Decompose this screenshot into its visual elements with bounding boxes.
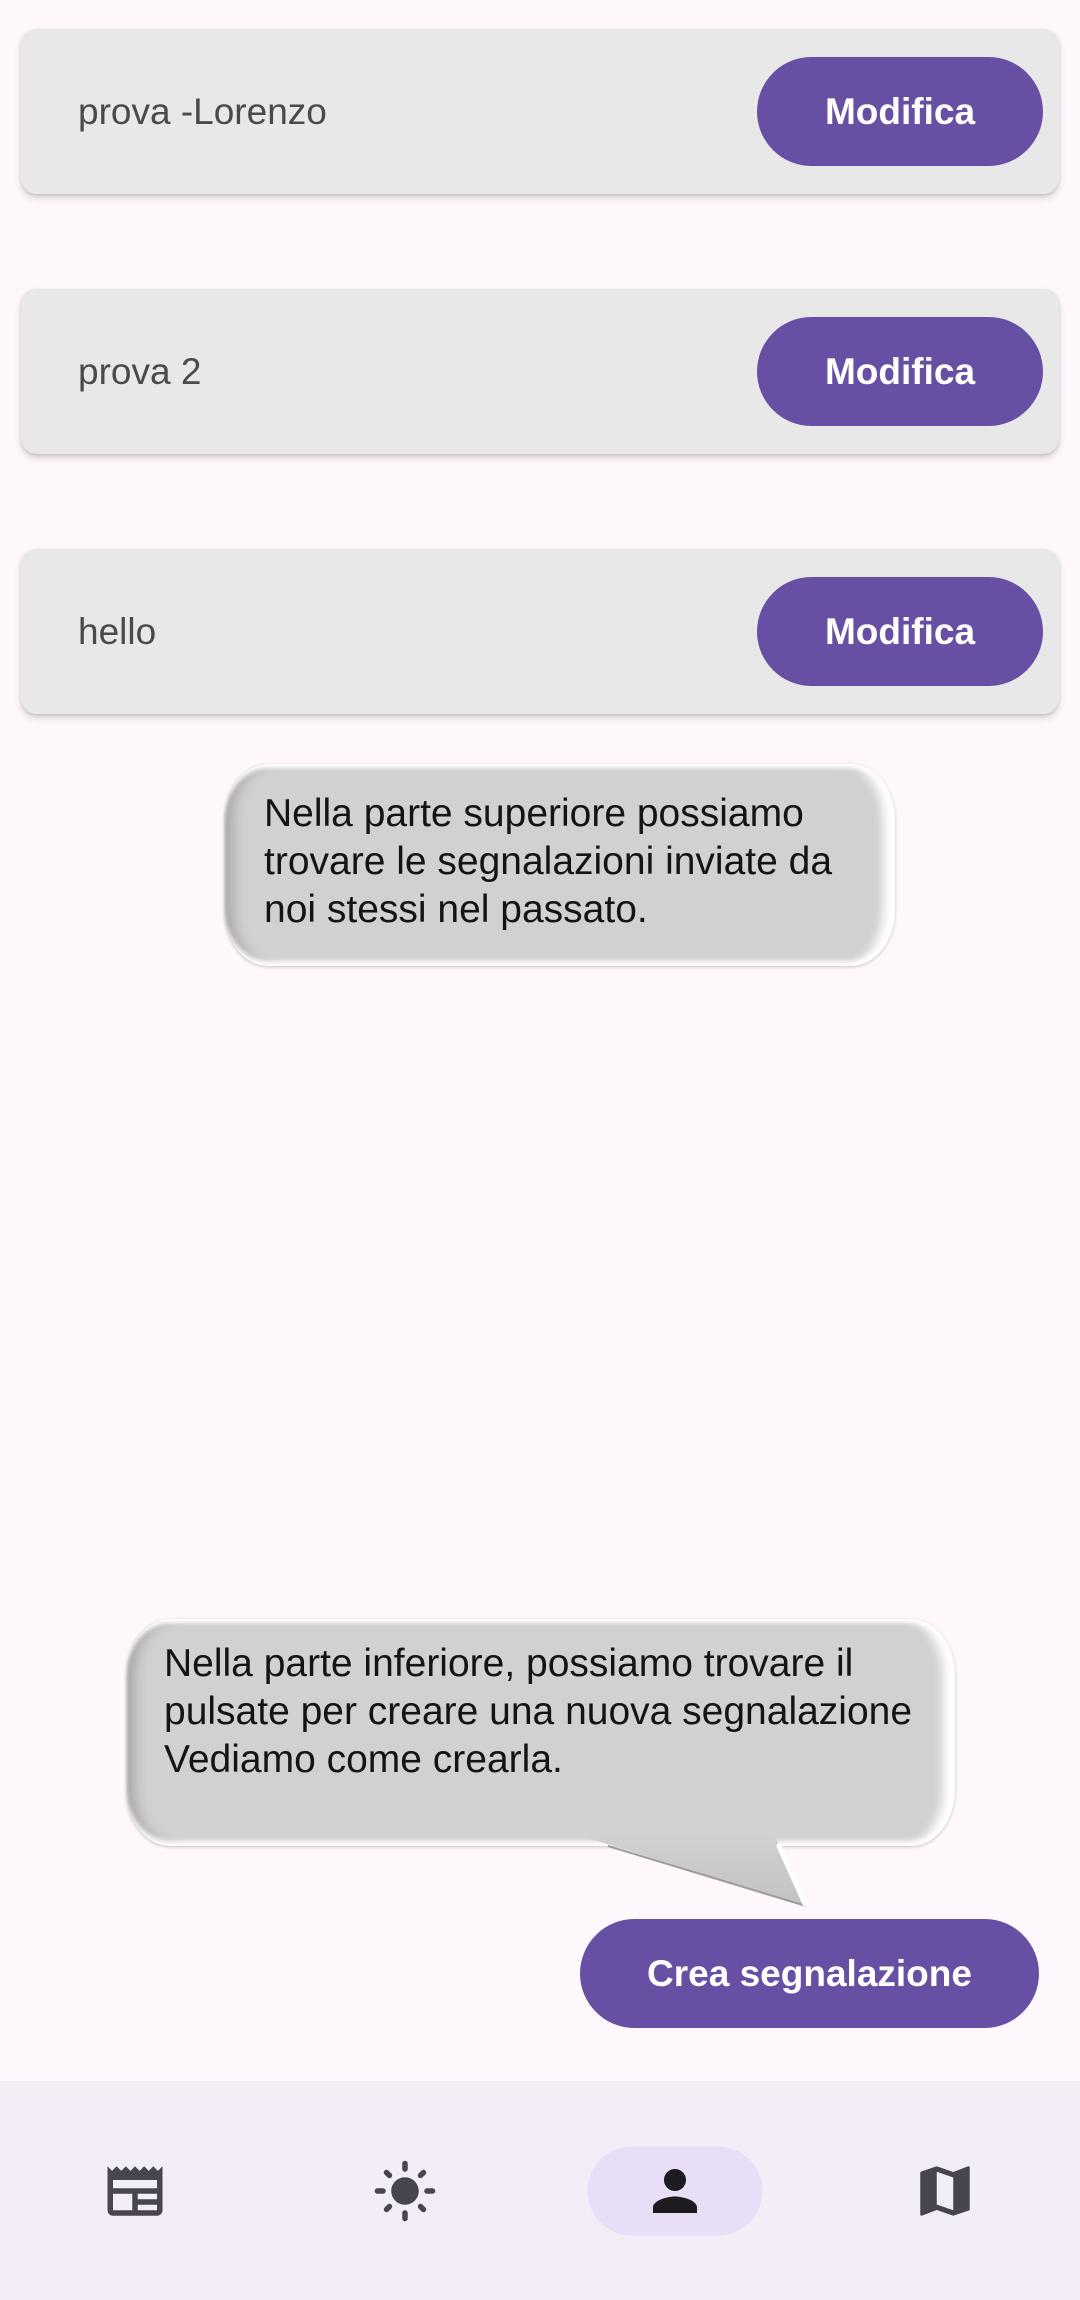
tutorial-text-line: Nella parte superiore possiamo bbox=[264, 792, 804, 835]
nav-item-weather[interactable] bbox=[270, 2081, 540, 2300]
bottom-navigation-bar bbox=[0, 2081, 1080, 2300]
create-report-button[interactable]: Crea segnalazione bbox=[580, 1919, 1039, 2028]
person-icon bbox=[642, 2158, 708, 2224]
report-title: hello bbox=[78, 610, 157, 652]
report-card: hello Modifica bbox=[21, 549, 1059, 714]
tutorial-bubble-bottom: Nella parte inferiore, possiamo trovare … bbox=[126, 1619, 955, 1846]
tutorial-text: Nella parte superiore possiamo trovare l… bbox=[264, 790, 832, 934]
nav-item-news[interactable] bbox=[0, 2081, 270, 2300]
report-title: prova 2 bbox=[78, 350, 202, 392]
sun-icon bbox=[372, 2158, 438, 2224]
edit-report-button[interactable]: Modifica bbox=[757, 317, 1043, 426]
tutorial-text-line: noi stessi nel passato. bbox=[264, 888, 648, 931]
report-title: prova -Lorenzo bbox=[78, 90, 327, 132]
edit-report-button[interactable]: Modifica bbox=[757, 577, 1043, 686]
tutorial-text: Nella parte inferiore, possiamo trovare … bbox=[164, 1640, 912, 1784]
report-card: prova 2 Modifica bbox=[21, 289, 1059, 454]
tutorial-text-line: Vediamo come crearla. bbox=[164, 1738, 563, 1781]
nav-item-map[interactable] bbox=[810, 2081, 1080, 2300]
edit-report-button[interactable]: Modifica bbox=[757, 57, 1043, 166]
map-icon bbox=[912, 2158, 978, 2224]
tutorial-text-line: Nella parte inferiore, possiamo trovare … bbox=[164, 1642, 854, 1685]
tutorial-text-line: pulsate per creare una nuova segnalazion… bbox=[164, 1690, 913, 1733]
report-card: prova -Lorenzo Modifica bbox=[21, 29, 1059, 194]
nav-item-profile[interactable] bbox=[540, 2081, 810, 2300]
tutorial-bubble-top: Nella parte superiore possiamo trovare l… bbox=[224, 764, 895, 966]
speech-bubble-tail bbox=[575, 1834, 808, 1907]
tutorial-text-line: trovare le segnalazioni inviate da bbox=[264, 840, 833, 883]
newspaper-icon bbox=[102, 2158, 168, 2224]
